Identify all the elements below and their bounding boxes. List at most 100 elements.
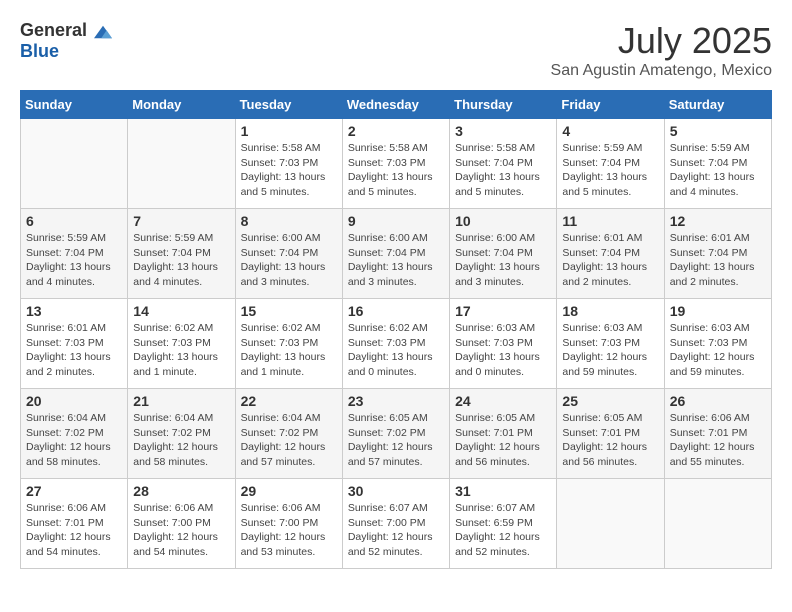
day-number: 21 [133, 393, 229, 409]
day-detail: Sunrise: 6:04 AM Sunset: 7:02 PM Dayligh… [133, 411, 229, 470]
day-detail: Sunrise: 5:59 AM Sunset: 7:04 PM Dayligh… [670, 141, 766, 200]
week-row-5: 27 Sunrise: 6:06 AM Sunset: 7:01 PM Dayli… [21, 479, 772, 569]
day-number: 28 [133, 483, 229, 499]
day-detail: Sunrise: 5:59 AM Sunset: 7:04 PM Dayligh… [26, 231, 122, 290]
day-cell: 19 Sunrise: 6:03 AM Sunset: 7:03 PM Dayli… [664, 299, 771, 389]
title-area: July 2025 San Agustin Amatengo, Mexico [551, 20, 772, 80]
header-cell-friday: Friday [557, 91, 664, 119]
day-detail: Sunrise: 6:00 AM Sunset: 7:04 PM Dayligh… [455, 231, 551, 290]
day-detail: Sunrise: 5:59 AM Sunset: 7:04 PM Dayligh… [133, 231, 229, 290]
day-cell: 21 Sunrise: 6:04 AM Sunset: 7:02 PM Dayli… [128, 389, 235, 479]
day-detail: Sunrise: 6:02 AM Sunset: 7:03 PM Dayligh… [348, 321, 444, 380]
day-cell: 26Sunrise: 6:06 AM Sunset: 7:01 PM Dayli… [664, 389, 771, 479]
day-cell: 20 Sunrise: 6:04 AM Sunset: 7:02 PM Dayli… [21, 389, 128, 479]
day-cell [128, 119, 235, 209]
day-number: 19 [670, 303, 766, 319]
day-detail: Sunrise: 6:02 AM Sunset: 7:03 PM Dayligh… [241, 321, 337, 380]
calendar-header: SundayMondayTuesdayWednesdayThursdayFrid… [21, 91, 772, 119]
day-number: 12 [670, 213, 766, 229]
header-cell-monday: Monday [128, 91, 235, 119]
day-cell: 3 Sunrise: 5:58 AM Sunset: 7:04 PM Daylig… [450, 119, 557, 209]
day-number: 10 [455, 213, 551, 229]
header-cell-sunday: Sunday [21, 91, 128, 119]
day-number: 1 [241, 123, 337, 139]
day-cell: 12 Sunrise: 6:01 AM Sunset: 7:04 PM Dayli… [664, 209, 771, 299]
day-cell: 2 Sunrise: 5:58 AM Sunset: 7:03 PM Daylig… [342, 119, 449, 209]
day-detail: Sunrise: 5:58 AM Sunset: 7:04 PM Dayligh… [455, 141, 551, 200]
day-cell: 23 Sunrise: 6:05 AM Sunset: 7:02 PM Dayli… [342, 389, 449, 479]
day-cell: 28 Sunrise: 6:06 AM Sunset: 7:00 PM Dayli… [128, 479, 235, 569]
logo-icon [94, 25, 112, 39]
week-row-2: 6 Sunrise: 5:59 AM Sunset: 7:04 PM Daylig… [21, 209, 772, 299]
day-cell: 15 Sunrise: 6:02 AM Sunset: 7:03 PM Dayli… [235, 299, 342, 389]
day-cell: 8 Sunrise: 6:00 AM Sunset: 7:04 PM Daylig… [235, 209, 342, 299]
day-number: 15 [241, 303, 337, 319]
day-cell: 7 Sunrise: 5:59 AM Sunset: 7:04 PM Daylig… [128, 209, 235, 299]
week-row-1: 1 Sunrise: 5:58 AM Sunset: 7:03 PM Daylig… [21, 119, 772, 209]
day-detail: Sunrise: 5:58 AM Sunset: 7:03 PM Dayligh… [348, 141, 444, 200]
calendar-table: SundayMondayTuesdayWednesdayThursdayFrid… [20, 90, 772, 569]
day-number: 4 [562, 123, 658, 139]
day-cell: 25 Sunrise: 6:05 AM Sunset: 7:01 PM Dayli… [557, 389, 664, 479]
day-cell: 18 Sunrise: 6:03 AM Sunset: 7:03 PM Dayli… [557, 299, 664, 389]
day-detail: Sunrise: 6:03 AM Sunset: 7:03 PM Dayligh… [562, 321, 658, 380]
day-number: 16 [348, 303, 444, 319]
day-cell: 22 Sunrise: 6:04 AM Sunset: 7:02 PM Dayli… [235, 389, 342, 479]
day-detail: Sunrise: 6:01 AM Sunset: 7:04 PM Dayligh… [562, 231, 658, 290]
day-detail: Sunrise: 6:05 AM Sunset: 7:01 PM Dayligh… [455, 411, 551, 470]
day-number: 8 [241, 213, 337, 229]
header-cell-saturday: Saturday [664, 91, 771, 119]
day-cell: 13Sunrise: 6:01 AM Sunset: 7:03 PM Dayli… [21, 299, 128, 389]
day-number: 18 [562, 303, 658, 319]
day-number: 27 [26, 483, 122, 499]
day-number: 6 [26, 213, 122, 229]
day-cell: 24Sunrise: 6:05 AM Sunset: 7:01 PM Dayli… [450, 389, 557, 479]
day-detail: Sunrise: 6:04 AM Sunset: 7:02 PM Dayligh… [241, 411, 337, 470]
day-cell: 11 Sunrise: 6:01 AM Sunset: 7:04 PM Dayli… [557, 209, 664, 299]
day-detail: Sunrise: 5:59 AM Sunset: 7:04 PM Dayligh… [562, 141, 658, 200]
day-detail: Sunrise: 5:58 AM Sunset: 7:03 PM Dayligh… [241, 141, 337, 200]
day-detail: Sunrise: 6:06 AM Sunset: 7:00 PM Dayligh… [133, 501, 229, 560]
day-number: 5 [670, 123, 766, 139]
day-cell [664, 479, 771, 569]
day-detail: Sunrise: 6:05 AM Sunset: 7:02 PM Dayligh… [348, 411, 444, 470]
day-detail: Sunrise: 6:06 AM Sunset: 7:01 PM Dayligh… [26, 501, 122, 560]
day-number: 20 [26, 393, 122, 409]
day-number: 26 [670, 393, 766, 409]
header-cell-wednesday: Wednesday [342, 91, 449, 119]
day-detail: Sunrise: 6:01 AM Sunset: 7:04 PM Dayligh… [670, 231, 766, 290]
header: General Blue July 2025 San Agustin Amate… [20, 20, 772, 80]
day-cell: 6 Sunrise: 5:59 AM Sunset: 7:04 PM Daylig… [21, 209, 128, 299]
day-detail: Sunrise: 6:00 AM Sunset: 7:04 PM Dayligh… [241, 231, 337, 290]
day-detail: Sunrise: 6:03 AM Sunset: 7:03 PM Dayligh… [455, 321, 551, 380]
day-number: 30 [348, 483, 444, 499]
day-number: 25 [562, 393, 658, 409]
day-detail: Sunrise: 6:06 AM Sunset: 7:00 PM Dayligh… [241, 501, 337, 560]
day-number: 17 [455, 303, 551, 319]
day-number: 3 [455, 123, 551, 139]
day-number: 11 [562, 213, 658, 229]
day-cell: 17 Sunrise: 6:03 AM Sunset: 7:03 PM Dayli… [450, 299, 557, 389]
day-detail: Sunrise: 6:05 AM Sunset: 7:01 PM Dayligh… [562, 411, 658, 470]
day-number: 22 [241, 393, 337, 409]
day-number: 23 [348, 393, 444, 409]
day-cell: 27 Sunrise: 6:06 AM Sunset: 7:01 PM Dayli… [21, 479, 128, 569]
day-detail: Sunrise: 6:03 AM Sunset: 7:03 PM Dayligh… [670, 321, 766, 380]
day-detail: Sunrise: 6:07 AM Sunset: 7:00 PM Dayligh… [348, 501, 444, 560]
day-cell: 1 Sunrise: 5:58 AM Sunset: 7:03 PM Daylig… [235, 119, 342, 209]
day-cell: 10 Sunrise: 6:00 AM Sunset: 7:04 PM Dayli… [450, 209, 557, 299]
day-detail: Sunrise: 6:02 AM Sunset: 7:03 PM Dayligh… [133, 321, 229, 380]
day-detail: Sunrise: 6:07 AM Sunset: 6:59 PM Dayligh… [455, 501, 551, 560]
day-cell: 9Sunrise: 6:00 AM Sunset: 7:04 PM Daylig… [342, 209, 449, 299]
header-cell-thursday: Thursday [450, 91, 557, 119]
day-number: 9 [348, 213, 444, 229]
day-number: 7 [133, 213, 229, 229]
day-cell: 4 Sunrise: 5:59 AM Sunset: 7:04 PM Daylig… [557, 119, 664, 209]
day-cell: 16 Sunrise: 6:02 AM Sunset: 7:03 PM Dayli… [342, 299, 449, 389]
day-number: 13 [26, 303, 122, 319]
day-number: 2 [348, 123, 444, 139]
week-row-3: 13Sunrise: 6:01 AM Sunset: 7:03 PM Dayli… [21, 299, 772, 389]
day-detail: Sunrise: 6:04 AM Sunset: 7:02 PM Dayligh… [26, 411, 122, 470]
day-cell: 14Sunrise: 6:02 AM Sunset: 7:03 PM Dayli… [128, 299, 235, 389]
header-row: SundayMondayTuesdayWednesdayThursdayFrid… [21, 91, 772, 119]
